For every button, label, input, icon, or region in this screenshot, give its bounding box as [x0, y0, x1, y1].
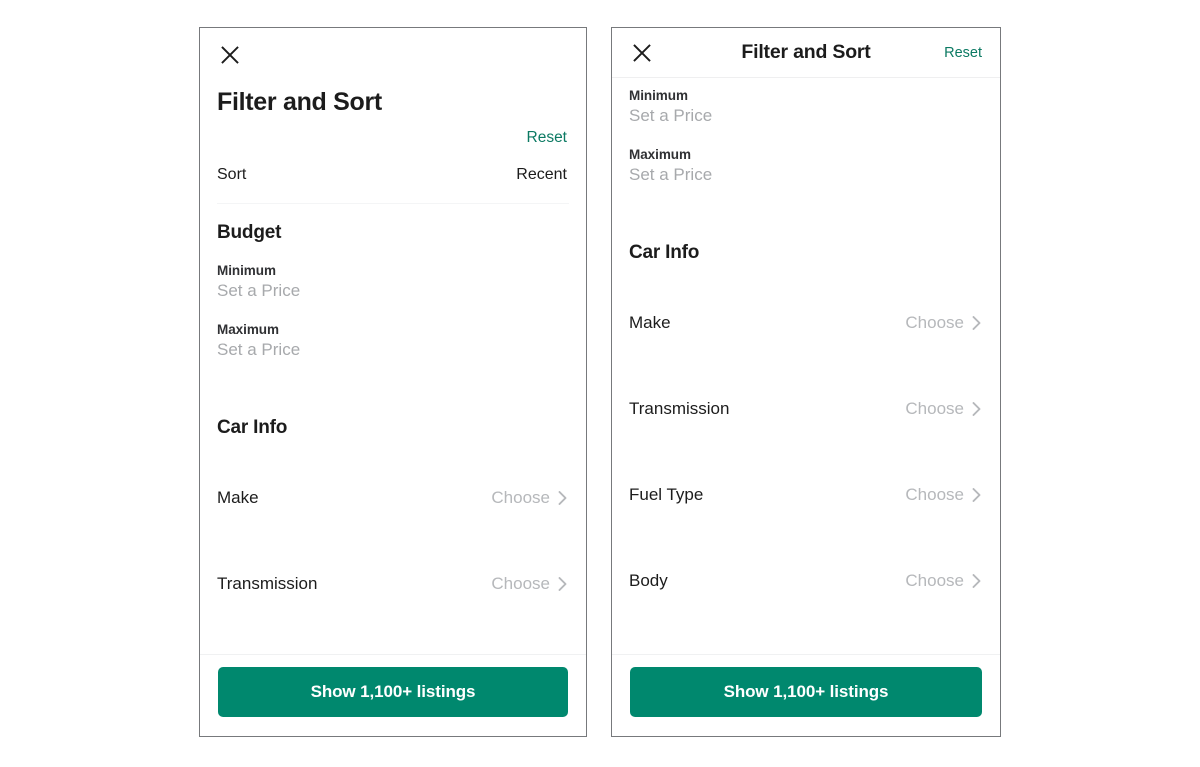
car-info-section: Car Info Make Choose Transmission	[612, 185, 1000, 624]
filter-row-value-group: Choose	[905, 571, 981, 591]
filter-sort-panel-expanded: Filter and Sort Reset Sort Recent Budget…	[199, 27, 587, 737]
filter-row-value-group: Choose	[905, 485, 981, 505]
filter-row-transmission[interactable]: Transmission Choose	[217, 541, 567, 627]
filter-row-value-group: Choose	[905, 313, 981, 333]
panel-scroll-area-right: Minimum Set a Price Maximum Set a Price …	[612, 78, 1000, 654]
budget-maximum-field[interactable]: Maximum Set a Price	[629, 147, 981, 185]
car-info-section: Car Info Make Choose Transmission	[200, 360, 586, 627]
budget-minimum-input[interactable]: Set a Price	[629, 106, 981, 126]
budget-minimum-input[interactable]: Set a Price	[217, 281, 567, 301]
page-title: Filter and Sort	[741, 41, 871, 63]
budget-minimum-field[interactable]: Minimum Set a Price	[629, 88, 981, 126]
filter-row-value-group: Choose	[905, 399, 981, 419]
panel-header-left: Filter and Sort Reset	[200, 28, 586, 147]
panel-footer-right: Show 1,100+ listings	[612, 654, 1000, 736]
budget-minimum-label: Minimum	[629, 88, 688, 103]
filter-row-fuel-type[interactable]: Fuel Type Choose	[629, 452, 981, 538]
car-info-section-title: Car Info	[629, 242, 700, 263]
filter-row-value: Choose	[491, 574, 550, 594]
chevron-right-icon	[972, 316, 981, 330]
filter-row-value: Choose	[905, 313, 964, 332]
filter-row-body[interactable]: Body Choose	[629, 538, 981, 624]
sort-section: Sort Recent	[200, 147, 586, 203]
sort-value: Recent	[516, 166, 567, 184]
panel-scroll-area-left: Filter and Sort Reset Sort Recent Budget…	[200, 28, 586, 654]
budget-maximum-field[interactable]: Maximum Set a Price	[217, 322, 567, 360]
budget-section: Budget Minimum Set a Price Maximum Set a…	[200, 204, 586, 360]
chevron-right-icon	[972, 574, 981, 588]
filter-sort-panel-scrolled: Filter and Sort Reset Minimum Set a Pric…	[611, 27, 1001, 737]
filter-row-value: Choose	[491, 488, 550, 508]
filter-row-label: Make	[217, 488, 259, 508]
filter-row-make[interactable]: Make Choose	[629, 280, 981, 366]
filter-row-label: Transmission	[217, 574, 318, 594]
reset-button[interactable]: Reset	[944, 45, 982, 61]
sort-label: Sort	[217, 166, 247, 184]
car-info-section-title: Car Info	[217, 417, 288, 439]
close-icon[interactable]	[217, 42, 243, 68]
sort-row[interactable]: Sort Recent	[217, 147, 567, 203]
panel-footer-left: Show 1,100+ listings	[200, 654, 586, 736]
budget-section: Minimum Set a Price Maximum Set a Price	[612, 78, 1000, 185]
filter-row-make[interactable]: Make Choose	[217, 455, 567, 541]
filter-row-value: Choose	[905, 571, 964, 590]
budget-minimum-label: Minimum	[217, 263, 276, 279]
budget-maximum-input[interactable]: Set a Price	[629, 165, 981, 185]
panel-sticky-header-right: Filter and Sort Reset	[612, 28, 1000, 78]
filter-row-value-group: Choose	[491, 488, 567, 508]
reset-button[interactable]: Reset	[527, 129, 568, 148]
screenshot-stage: Filter and Sort Reset Sort Recent Budget…	[0, 0, 1200, 767]
budget-section-title: Budget	[217, 222, 282, 244]
show-listings-button[interactable]: Show 1,100+ listings	[218, 667, 568, 717]
chevron-right-icon	[558, 577, 567, 592]
filter-row-transmission[interactable]: Transmission Choose	[629, 366, 981, 452]
filter-row-value-group: Choose	[491, 574, 567, 594]
filter-row-value: Choose	[905, 485, 964, 504]
close-icon[interactable]	[629, 40, 655, 66]
chevron-right-icon	[972, 488, 981, 502]
chevron-right-icon	[558, 491, 567, 506]
chevron-right-icon	[972, 402, 981, 416]
budget-maximum-input[interactable]: Set a Price	[217, 340, 567, 360]
reset-row-left: Reset	[217, 129, 568, 148]
filter-row-label: Transmission	[629, 399, 730, 418]
filter-row-value: Choose	[905, 399, 964, 418]
budget-maximum-label: Maximum	[629, 147, 691, 162]
filter-row-label: Fuel Type	[629, 485, 704, 504]
show-listings-button[interactable]: Show 1,100+ listings	[630, 667, 982, 717]
budget-minimum-field[interactable]: Minimum Set a Price	[217, 263, 567, 301]
filter-row-label: Body	[629, 571, 668, 590]
page-title: Filter and Sort	[217, 88, 382, 116]
budget-maximum-label: Maximum	[217, 322, 279, 338]
filter-row-label: Make	[629, 313, 671, 332]
